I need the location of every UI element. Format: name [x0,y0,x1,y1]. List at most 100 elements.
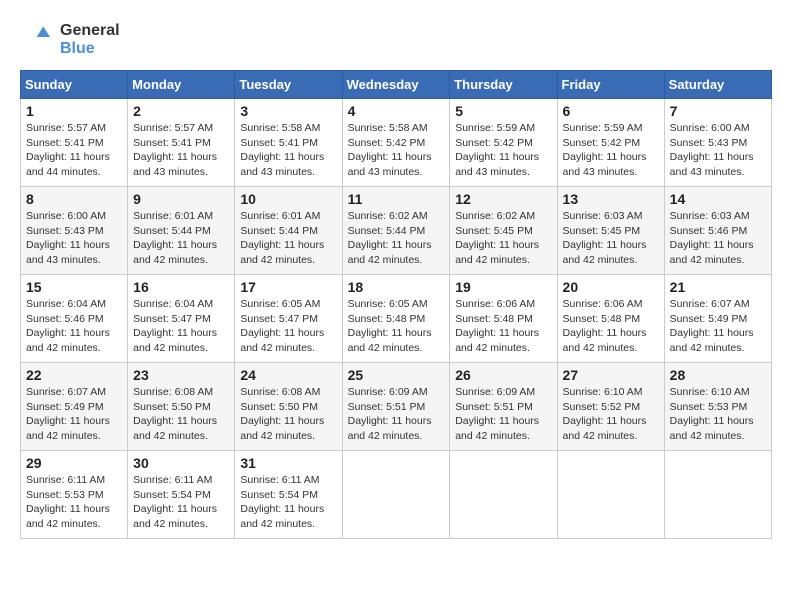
day-info: Sunrise: 5:59 AM Sunset: 5:42 PM Dayligh… [455,122,539,178]
calendar-cell [450,451,557,539]
calendar-cell: 14 Sunrise: 6:03 AM Sunset: 5:46 PM Dayli… [664,187,771,275]
calendar-cell: 25 Sunrise: 6:09 AM Sunset: 5:51 PM Dayli… [342,363,450,451]
calendar-cell: 7Sunrise: 6:00 AM Sunset: 5:43 PM Daylig… [664,99,771,187]
day-number: 12 [455,191,551,207]
day-info: Sunrise: 6:09 AM Sunset: 5:51 PM Dayligh… [348,386,432,442]
logo-container: General Blue [20,20,120,60]
calendar-cell: 17Sunrise: 6:05 AM Sunset: 5:47 PM Dayli… [235,275,342,363]
day-number: 3 [240,103,336,119]
calendar-cell [664,451,771,539]
calendar-cell: 24 Sunrise: 6:08 AM Sunset: 5:50 PM Dayli… [235,363,342,451]
day-info: Sunrise: 6:00 AM Sunset: 5:43 PM Dayligh… [26,210,110,266]
day-info: Sunrise: 6:07 AM Sunset: 5:49 PM Dayligh… [670,298,754,354]
calendar-cell: 27 Sunrise: 6:10 AM Sunset: 5:52 PM Dayli… [557,363,664,451]
day-number: 17 [240,279,336,295]
page-header: General Blue [20,20,772,60]
day-info: Sunrise: 5:57 AM Sunset: 5:41 PM Dayligh… [26,122,110,178]
day-number: 29 [26,455,122,471]
day-number: 18 [348,279,445,295]
day-info: Sunrise: 5:58 AM Sunset: 5:42 PM Dayligh… [348,122,432,178]
calendar-header-row: SundayMondayTuesdayWednesdayThursdayFrid… [21,71,772,99]
calendar-cell: 23 Sunrise: 6:08 AM Sunset: 5:50 PM Dayli… [128,363,235,451]
calendar-cell [557,451,664,539]
day-number: 1 [26,103,122,119]
day-number: 6 [563,103,659,119]
day-info: Sunrise: 6:03 AM Sunset: 5:46 PM Dayligh… [670,210,754,266]
day-number: 4 [348,103,445,119]
calendar-cell: 2Sunrise: 5:57 AM Sunset: 5:41 PM Daylig… [128,99,235,187]
calendar-cell: 21Sunrise: 6:07 AM Sunset: 5:49 PM Dayli… [664,275,771,363]
calendar-cell: 8 Sunrise: 6:00 AM Sunset: 5:43 PM Daylig… [21,187,128,275]
day-info: Sunrise: 6:08 AM Sunset: 5:50 PM Dayligh… [133,386,217,442]
day-number: 10 [240,191,336,207]
day-number: 26 [455,367,551,383]
day-number: 19 [455,279,551,295]
logo-svg [20,20,60,60]
day-info: Sunrise: 6:09 AM Sunset: 5:51 PM Dayligh… [455,386,539,442]
day-number: 31 [240,455,336,471]
day-number: 5 [455,103,551,119]
day-number: 23 [133,367,229,383]
day-info: Sunrise: 6:10 AM Sunset: 5:52 PM Dayligh… [563,386,647,442]
calendar-cell: 26 Sunrise: 6:09 AM Sunset: 5:51 PM Dayli… [450,363,557,451]
calendar-cell: 29 Sunrise: 6:11 AM Sunset: 5:53 PM Dayli… [21,451,128,539]
weekday-header-thursday: Thursday [450,71,557,99]
day-number: 25 [348,367,445,383]
calendar-cell: 6 Sunrise: 5:59 AM Sunset: 5:42 PM Daylig… [557,99,664,187]
calendar-week-2: 8 Sunrise: 6:00 AM Sunset: 5:43 PM Daylig… [21,187,772,275]
calendar-cell: 15 Sunrise: 6:04 AM Sunset: 5:46 PM Dayli… [21,275,128,363]
day-number: 27 [563,367,659,383]
day-info: Sunrise: 6:02 AM Sunset: 5:45 PM Dayligh… [455,210,539,266]
day-info: Sunrise: 5:59 AM Sunset: 5:42 PM Dayligh… [563,122,647,178]
day-number: 8 [26,191,122,207]
calendar-cell: 10 Sunrise: 6:01 AM Sunset: 5:44 PM Dayli… [235,187,342,275]
calendar-cell: 16 Sunrise: 6:04 AM Sunset: 5:47 PM Dayli… [128,275,235,363]
weekday-header-tuesday: Tuesday [235,71,342,99]
calendar-cell: 22Sunrise: 6:07 AM Sunset: 5:49 PM Dayli… [21,363,128,451]
calendar-week-5: 29 Sunrise: 6:11 AM Sunset: 5:53 PM Dayli… [21,451,772,539]
weekday-header-monday: Monday [128,71,235,99]
day-info: Sunrise: 6:11 AM Sunset: 5:54 PM Dayligh… [133,474,217,530]
logo: General Blue [20,20,120,60]
day-info: Sunrise: 6:10 AM Sunset: 5:53 PM Dayligh… [670,386,754,442]
day-info: Sunrise: 6:01 AM Sunset: 5:44 PM Dayligh… [240,210,324,266]
calendar-table: SundayMondayTuesdayWednesdayThursdayFrid… [20,70,772,539]
day-info: Sunrise: 6:04 AM Sunset: 5:47 PM Dayligh… [133,298,217,354]
calendar-cell: 9 Sunrise: 6:01 AM Sunset: 5:44 PM Daylig… [128,187,235,275]
day-number: 22 [26,367,122,383]
calendar-cell: 12 Sunrise: 6:02 AM Sunset: 5:45 PM Dayli… [450,187,557,275]
calendar-cell: 30Sunrise: 6:11 AM Sunset: 5:54 PM Dayli… [128,451,235,539]
day-number: 24 [240,367,336,383]
calendar-cell: 28 Sunrise: 6:10 AM Sunset: 5:53 PM Dayli… [664,363,771,451]
day-number: 28 [670,367,766,383]
calendar-cell: 1 Sunrise: 5:57 AM Sunset: 5:41 PM Daylig… [21,99,128,187]
calendar-week-1: 1 Sunrise: 5:57 AM Sunset: 5:41 PM Daylig… [21,99,772,187]
day-info: Sunrise: 6:02 AM Sunset: 5:44 PM Dayligh… [348,210,432,266]
day-info: Sunrise: 6:06 AM Sunset: 5:48 PM Dayligh… [563,298,647,354]
weekday-header-wednesday: Wednesday [342,71,450,99]
day-number: 14 [670,191,766,207]
day-info: Sunrise: 6:06 AM Sunset: 5:48 PM Dayligh… [455,298,539,354]
weekday-header-friday: Friday [557,71,664,99]
day-number: 9 [133,191,229,207]
day-number: 15 [26,279,122,295]
calendar-cell: 20 Sunrise: 6:06 AM Sunset: 5:48 PM Dayli… [557,275,664,363]
day-info: Sunrise: 6:01 AM Sunset: 5:44 PM Dayligh… [133,210,217,266]
day-number: 16 [133,279,229,295]
logo-general: General [60,22,120,40]
day-number: 20 [563,279,659,295]
weekday-header-sunday: Sunday [21,71,128,99]
day-info: Sunrise: 6:08 AM Sunset: 5:50 PM Dayligh… [240,386,324,442]
day-info: Sunrise: 6:11 AM Sunset: 5:53 PM Dayligh… [26,474,110,530]
calendar-cell: 18 Sunrise: 6:05 AM Sunset: 5:48 PM Dayli… [342,275,450,363]
day-info: Sunrise: 5:57 AM Sunset: 5:41 PM Dayligh… [133,122,217,178]
day-number: 11 [348,191,445,207]
calendar-cell: 19 Sunrise: 6:06 AM Sunset: 5:48 PM Dayli… [450,275,557,363]
day-info: Sunrise: 6:11 AM Sunset: 5:54 PM Dayligh… [240,474,324,530]
day-info: Sunrise: 6:04 AM Sunset: 5:46 PM Dayligh… [26,298,110,354]
day-number: 7 [670,103,766,119]
calendar-week-3: 15 Sunrise: 6:04 AM Sunset: 5:46 PM Dayli… [21,275,772,363]
calendar-cell [342,451,450,539]
day-info: Sunrise: 6:05 AM Sunset: 5:48 PM Dayligh… [348,298,432,354]
weekday-header-saturday: Saturday [664,71,771,99]
